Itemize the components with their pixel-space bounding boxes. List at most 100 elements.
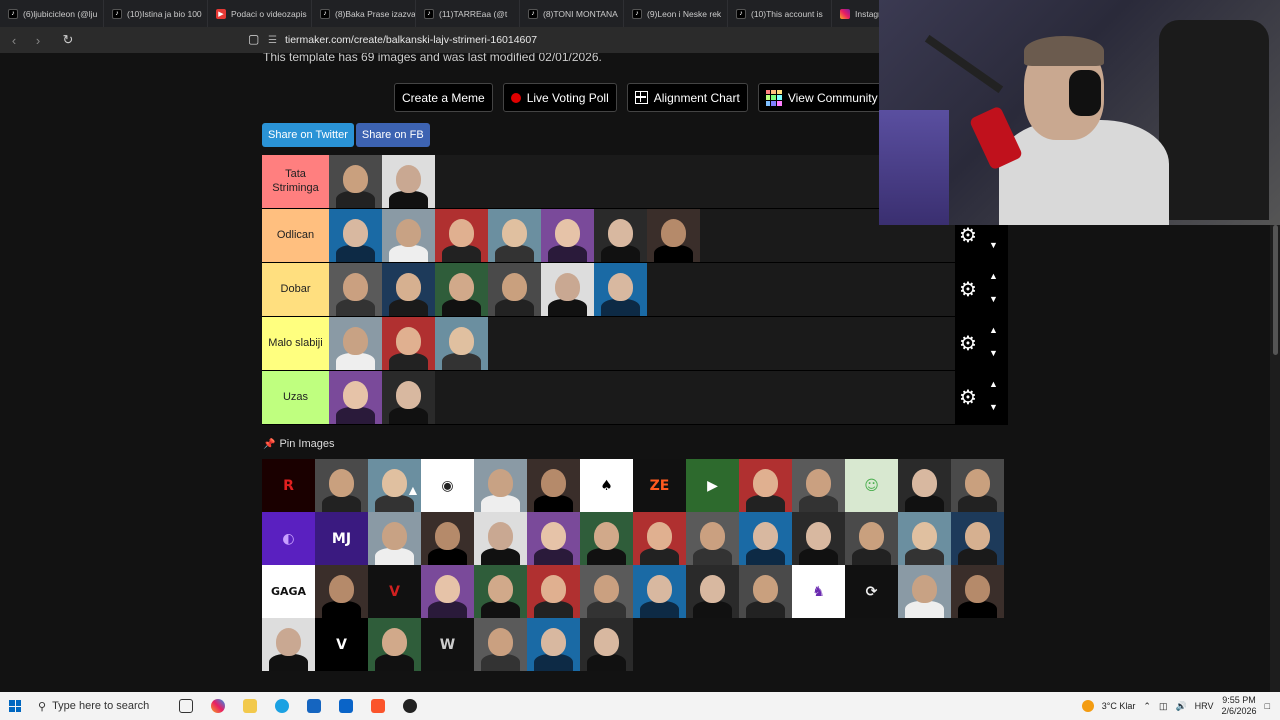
tier-image[interactable]	[435, 317, 488, 370]
tier-image[interactable]	[382, 209, 435, 262]
pool-image[interactable]	[951, 512, 1004, 565]
tier-label[interactable]: Odlican	[262, 209, 329, 262]
pool-image[interactable]	[368, 618, 421, 671]
chevron-down-icon[interactable]: ▼	[989, 294, 998, 304]
tier-items[interactable]	[329, 263, 955, 316]
pool-image[interactable]	[474, 565, 527, 618]
pool-image[interactable]: ☺	[845, 459, 898, 512]
tier-image[interactable]	[382, 317, 435, 370]
pool-image[interactable]	[527, 512, 580, 565]
tier-image[interactable]	[541, 263, 594, 316]
tier-image[interactable]	[488, 263, 541, 316]
pool-image[interactable]	[368, 512, 421, 565]
page-scrollbar[interactable]	[1270, 225, 1280, 692]
obs-icon[interactable]	[394, 692, 426, 720]
chevron-up-icon[interactable]: ⌃	[1143, 701, 1151, 712]
weather-text[interactable]: 3°C Klar	[1102, 701, 1136, 711]
pool-image[interactable]: ▶	[686, 459, 739, 512]
pool-image[interactable]: R	[262, 459, 315, 512]
back-icon[interactable]: ‹	[4, 30, 24, 50]
tier-image[interactable]	[435, 209, 488, 262]
pool-image[interactable]	[792, 512, 845, 565]
pool-image[interactable]: V	[368, 565, 421, 618]
pool-image[interactable]	[739, 565, 792, 618]
live-voting-poll-button[interactable]: Live Voting Poll	[502, 83, 617, 112]
network-icon[interactable]: ◫	[1159, 701, 1168, 712]
browser-tab[interactable]: ▶ Podaci o videozapis	[208, 0, 312, 27]
tier-label[interactable]: Malo slabiji	[262, 317, 329, 370]
pool-image[interactable]	[527, 565, 580, 618]
tier-image[interactable]	[329, 317, 382, 370]
tier-image[interactable]	[594, 263, 647, 316]
tier-image[interactable]	[541, 209, 594, 262]
chevron-up-icon[interactable]: ▲	[989, 271, 998, 281]
pool-image[interactable]: ◐	[262, 512, 315, 565]
pool-image[interactable]: ◉	[421, 459, 474, 512]
browser-tab[interactable]: ♪ (10)Istina ja bio 100	[104, 0, 208, 27]
pool-image[interactable]	[580, 512, 633, 565]
pool-image[interactable]: W	[421, 618, 474, 671]
tier-image[interactable]	[329, 263, 382, 316]
tier-label[interactable]: Uzas	[262, 371, 329, 424]
pool-image[interactable]	[898, 565, 951, 618]
browser-tab[interactable]: ♪ (9)Leon i Neske rek	[624, 0, 728, 27]
pool-image[interactable]	[527, 618, 580, 671]
pool-image[interactable]	[474, 618, 527, 671]
browser-tab[interactable]: ♪ (11)TARREaa (@t	[416, 0, 520, 27]
tier-image[interactable]	[647, 209, 700, 262]
chevron-up-icon[interactable]: ▲	[989, 379, 998, 389]
browser-tab[interactable]: ♪ (8)TONI MONTANA	[520, 0, 624, 27]
pool-image[interactable]	[421, 565, 474, 618]
pool-image[interactable]	[739, 512, 792, 565]
tier-image[interactable]	[329, 371, 382, 424]
copilot-icon[interactable]	[202, 692, 234, 720]
tier-image[interactable]	[382, 371, 435, 424]
address-bar[interactable]: ☰ tiermaker.com/create/balkanski-lajv-st…	[268, 30, 878, 50]
gear-icon[interactable]: ⚙	[959, 280, 977, 300]
chevron-down-icon[interactable]: ▼	[989, 240, 998, 250]
pool-image[interactable]	[580, 618, 633, 671]
file-explorer-icon[interactable]	[234, 692, 266, 720]
share-facebook-button[interactable]: Share on FB	[355, 123, 430, 147]
pool-image[interactable]	[792, 459, 845, 512]
pool-image[interactable]	[262, 618, 315, 671]
pool-image[interactable]	[951, 565, 1004, 618]
pool-image[interactable]: ZE	[633, 459, 686, 512]
pool-image[interactable]	[739, 459, 792, 512]
tier-image[interactable]	[382, 263, 435, 316]
pool-image[interactable]: ⟳	[845, 565, 898, 618]
volume-icon[interactable]: 🔊	[1175, 701, 1186, 712]
store-icon[interactable]	[298, 692, 330, 720]
gear-icon[interactable]: ⚙	[959, 388, 977, 408]
reload-icon[interactable]: ↻	[58, 30, 78, 50]
tier-label[interactable]: Dobar	[262, 263, 329, 316]
pool-image[interactable]	[686, 512, 739, 565]
pool-image[interactable]: MJ	[315, 512, 368, 565]
tier-image[interactable]	[329, 209, 382, 262]
browser-tab[interactable]: ♪ (8)Baka Prase izazva	[312, 0, 416, 27]
browser-tab[interactable]: ♪ (6)ljubicicleon (@lju	[0, 0, 104, 27]
bookmark-icon[interactable]: ▢	[248, 32, 262, 48]
tier-image[interactable]	[488, 209, 541, 262]
gear-icon[interactable]: ⚙	[959, 334, 977, 354]
pool-image[interactable]	[898, 459, 951, 512]
pool-image[interactable]	[474, 459, 527, 512]
pool-image[interactable]	[898, 512, 951, 565]
chevron-down-icon[interactable]: ▼	[989, 402, 998, 412]
task-view-icon[interactable]	[170, 692, 202, 720]
pool-image[interactable]: ᐯ	[315, 618, 368, 671]
notification-icon[interactable]: □	[1265, 701, 1270, 711]
pool-image[interactable]: ♞	[792, 565, 845, 618]
pool-image[interactable]	[580, 565, 633, 618]
forward-icon[interactable]: ›	[28, 30, 48, 50]
tier-image[interactable]	[594, 209, 647, 262]
pin-images-toggle[interactable]: 📌 Pin Images	[263, 438, 334, 450]
scrollbar-thumb[interactable]	[1273, 225, 1278, 355]
create-meme-button[interactable]: Create a Meme	[394, 83, 493, 112]
tier-image[interactable]	[435, 263, 488, 316]
pool-image[interactable]	[421, 512, 474, 565]
chevron-down-icon[interactable]: ▼	[989, 348, 998, 358]
pool-image[interactable]	[845, 512, 898, 565]
outlook-icon[interactable]	[330, 692, 362, 720]
language-indicator[interactable]: HRV	[1195, 701, 1214, 711]
